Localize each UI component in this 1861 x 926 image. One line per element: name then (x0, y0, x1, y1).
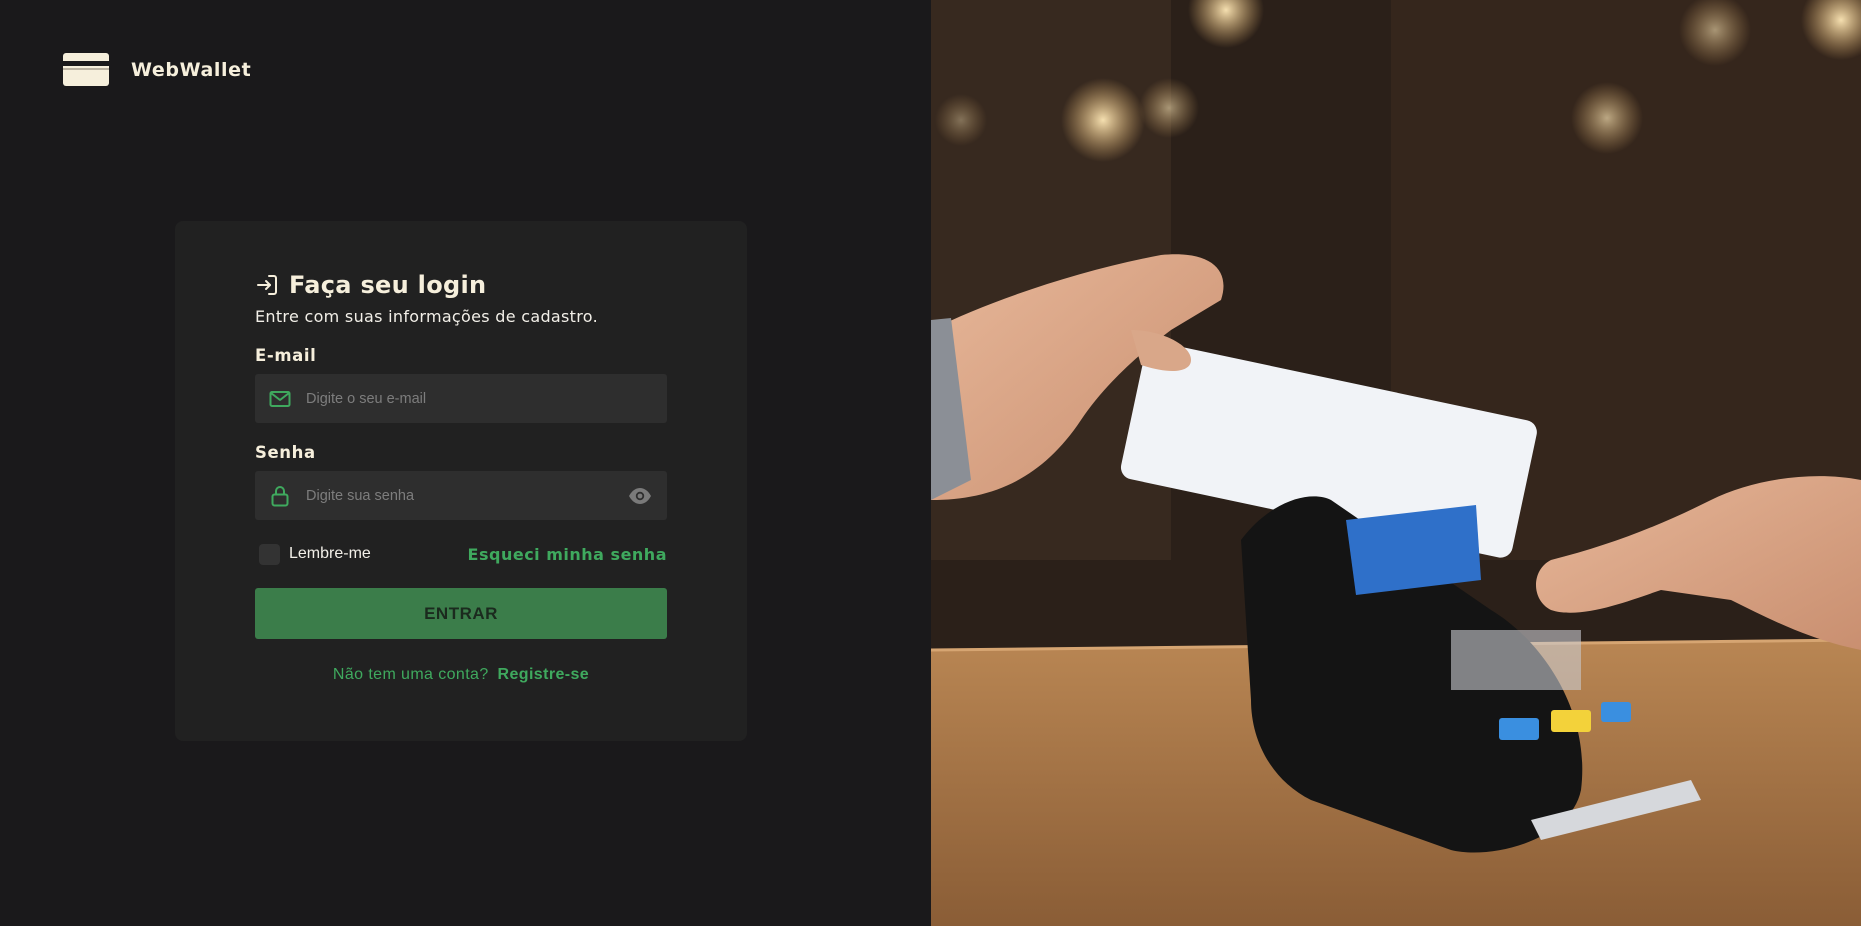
login-pane: WebWallet Faça seu login Entre com suas … (0, 0, 931, 926)
login-arrow-icon (257, 275, 277, 295)
brand-logo: WebWallet (63, 53, 251, 86)
remember-checkbox[interactable] (259, 543, 280, 565)
login-heading: Faça seu login (255, 267, 667, 303)
email-label: E-mail (255, 346, 317, 365)
email-field[interactable] (255, 374, 667, 423)
signup-text: Não tem uma conta? (332, 666, 489, 683)
page-title: Faça seu login (289, 271, 487, 299)
lock-icon (271, 485, 289, 506)
signup-link[interactable]: Registre-se (498, 666, 590, 683)
remember-label: Lembre-me (289, 545, 371, 562)
page-subtitle: Entre com suas informações de cadastro. (255, 307, 598, 326)
mail-icon (269, 390, 291, 407)
signup-prompt: Não tem uma conta? Registre-se (255, 666, 667, 684)
remember-me[interactable]: Lembre-me (255, 543, 371, 565)
hero-image (931, 0, 1861, 926)
password-input[interactable] (306, 471, 627, 520)
password-field[interactable] (255, 471, 667, 520)
brand-name: WebWallet (131, 58, 252, 81)
login-card: Faça seu login Entre com suas informaçõe… (175, 221, 747, 741)
login-options: Lembre-me Esqueci minha senha (255, 542, 667, 566)
submit-button[interactable]: ENTRAR (255, 588, 667, 639)
forgot-password-link[interactable]: Esqueci minha senha (468, 545, 667, 564)
password-label: Senha (255, 443, 316, 462)
email-input[interactable] (306, 374, 653, 423)
credit-card-icon (63, 53, 109, 86)
eye-icon[interactable] (627, 483, 653, 509)
card-payment-illustration (931, 0, 1861, 926)
